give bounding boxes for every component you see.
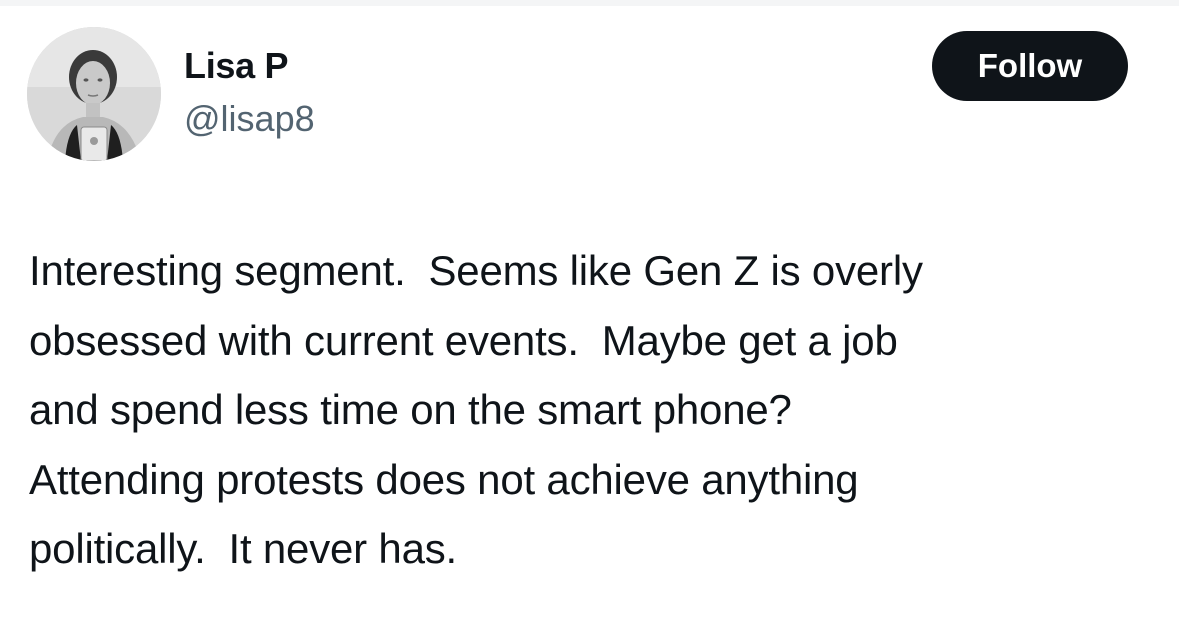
top-divider	[0, 0, 1179, 6]
tweet-card: Lisa P @lisap8 Follow Interesting segmen…	[0, 0, 1179, 632]
tweet-text: Interesting segment. Seems like Gen Z is…	[29, 247, 923, 572]
profile-photo-icon	[27, 27, 161, 161]
avatar[interactable]	[27, 27, 161, 161]
follow-button[interactable]: Follow	[932, 31, 1128, 101]
user-handle[interactable]: @lisap8	[184, 97, 315, 141]
display-name[interactable]: Lisa P	[184, 44, 289, 88]
